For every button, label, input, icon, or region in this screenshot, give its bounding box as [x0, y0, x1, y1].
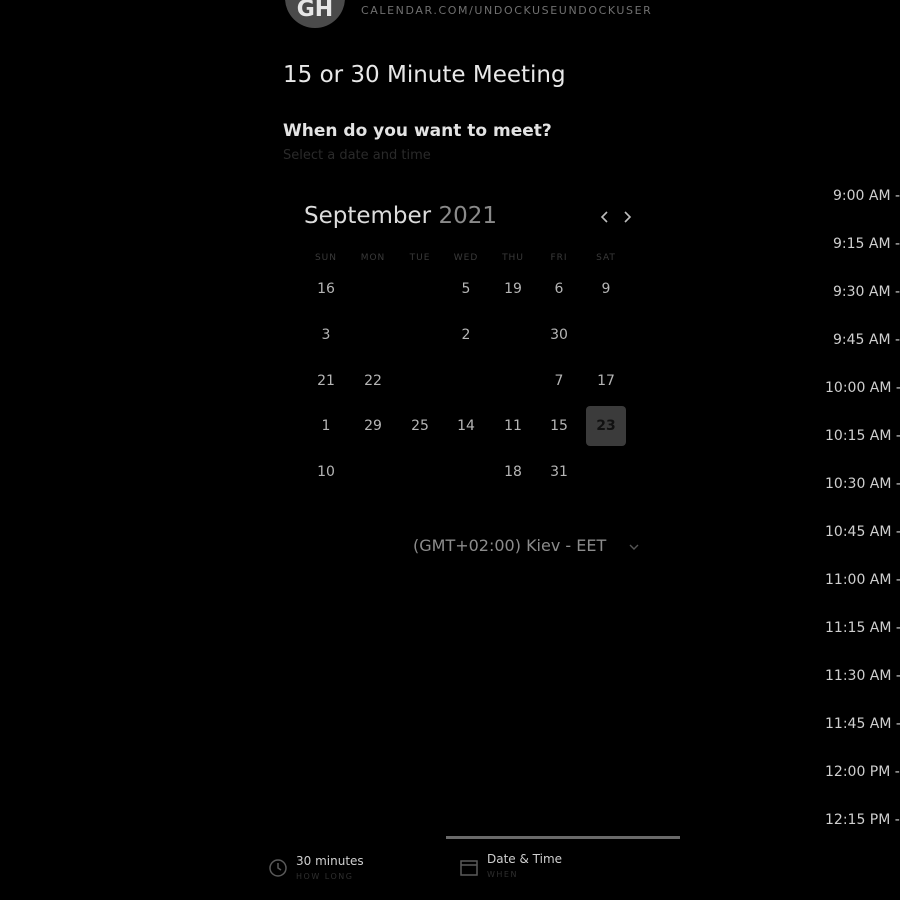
day-cell[interactable]: 17 — [586, 361, 626, 401]
day-cell[interactable]: 10 — [306, 452, 346, 492]
day-cell[interactable]: 18 — [493, 452, 533, 492]
day-cell[interactable]: 14 — [446, 406, 486, 446]
chevron-left-icon — [600, 211, 608, 223]
chevron-right-icon — [624, 211, 632, 223]
time-slot[interactable]: 9:00 AM - 9 — [833, 188, 900, 204]
day-cell[interactable]: 30 — [539, 315, 579, 355]
time-slot[interactable]: 9:15 AM - 9 — [833, 236, 900, 252]
day-cell[interactable]: 19 — [493, 269, 533, 309]
weekday-label: SUN — [314, 253, 338, 263]
next-month-button[interactable] — [618, 206, 636, 228]
day-cell[interactable]: 21 — [306, 361, 346, 401]
day-cell[interactable]: 5 — [446, 269, 486, 309]
time-slot[interactable]: 10:45 AM - — [825, 524, 900, 540]
prev-month-button[interactable] — [596, 206, 614, 228]
day-cell[interactable]: 16 — [306, 269, 346, 309]
weekday-label: MON — [360, 253, 386, 263]
weekday-label: WED — [453, 253, 479, 263]
question-heading: When do you want to meet? — [283, 121, 552, 141]
subtitle: Select a date and time — [283, 148, 431, 163]
time-slot[interactable]: 12:15 PM - — [825, 812, 900, 828]
weekday-label: THU — [502, 253, 524, 263]
day-cell[interactable]: 9 — [586, 269, 626, 309]
time-slot[interactable]: 11:45 AM - — [825, 716, 900, 732]
day-cell[interactable]: 7 — [539, 361, 579, 401]
time-slot[interactable]: 9:45 AM - 1 — [833, 332, 900, 348]
calendar-icon — [460, 860, 478, 876]
weekday-label: SAT — [596, 253, 616, 263]
day-cell[interactable]: 31 — [539, 452, 579, 492]
clock-icon — [269, 859, 287, 877]
weekday-label: TUE — [409, 253, 431, 263]
active-step-indicator — [446, 836, 680, 839]
profile-url[interactable]: CALENDAR.COM/UNDOCKUSEUNDOCKUSER — [361, 4, 652, 17]
day-cell[interactable]: 29 — [353, 406, 393, 446]
day-cell[interactable]: 1 — [306, 406, 346, 446]
day-cell[interactable]: 25 — [400, 406, 440, 446]
timezone-select[interactable]: (GMT+02:00) Kiev - EET — [413, 536, 606, 555]
time-slot[interactable]: 9:30 AM - 1 — [833, 284, 900, 300]
weekday-label: FRI — [550, 253, 568, 263]
month-label: September — [304, 203, 432, 229]
time-slot[interactable]: 11:30 AM - — [825, 668, 900, 684]
duration-label: 30 minutes — [296, 854, 364, 868]
time-slot[interactable]: 10:30 AM - — [825, 476, 900, 492]
day-cell[interactable]: 6 — [539, 269, 579, 309]
day-cell[interactable]: 22 — [353, 361, 393, 401]
day-cell[interactable]: 3 — [306, 315, 346, 355]
time-slot[interactable]: 11:00 AM - — [825, 572, 900, 588]
month-heading: September 2021 — [304, 203, 497, 229]
datetime-label[interactable]: Date & Time — [487, 852, 562, 866]
duration-sub: HOW LONG — [296, 872, 354, 881]
chevron-down-icon[interactable] — [627, 540, 641, 554]
day-cell-selected[interactable]: 23 — [586, 406, 626, 446]
avatar: GH — [285, 0, 345, 28]
year-label: 2021 — [438, 203, 497, 229]
day-cell[interactable]: 2 — [446, 315, 486, 355]
time-slot[interactable]: 11:15 AM - — [825, 620, 900, 636]
datetime-sub: WHEN — [487, 870, 518, 879]
event-title: 15 or 30 Minute Meeting — [283, 62, 566, 88]
time-slot[interactable]: 10:15 AM - — [825, 428, 900, 444]
day-cell[interactable]: 15 — [539, 406, 579, 446]
day-cell[interactable]: 11 — [493, 406, 533, 446]
time-slot[interactable]: 10:00 AM - — [825, 380, 900, 396]
time-slot[interactable]: 12:00 PM - — [825, 764, 900, 780]
